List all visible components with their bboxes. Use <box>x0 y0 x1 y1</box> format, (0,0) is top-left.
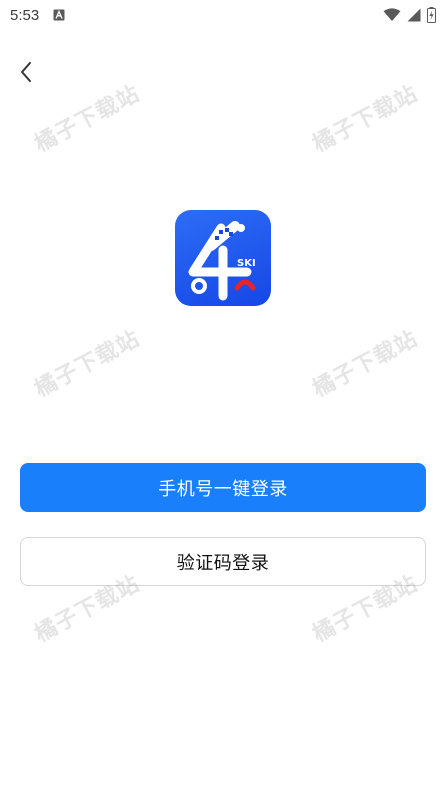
status-right <box>383 7 436 23</box>
back-button[interactable] <box>12 58 40 86</box>
notification-a-icon <box>53 9 65 21</box>
verification-code-login-button[interactable]: 验证码登录 <box>20 537 426 586</box>
app-logo-graphic: SKI <box>188 221 256 301</box>
watermark: 橘子下载站 <box>30 81 145 158</box>
battery-charging-icon <box>427 7 436 23</box>
status-left: 5:53 <box>10 7 65 24</box>
wifi-icon <box>383 8 401 22</box>
logo-text: SKI <box>237 258 256 269</box>
verification-code-login-label: 验证码登录 <box>176 552 270 574</box>
watermark: 橘子下载站 <box>308 81 423 158</box>
watermark: 橘子下载站 <box>30 326 145 403</box>
signal-icon <box>407 8 421 22</box>
status-bar: 5:53 <box>0 0 446 30</box>
status-time: 5:53 <box>10 6 40 24</box>
app-logo: SKI <box>175 210 271 306</box>
watermark: 橘子下载站 <box>308 326 423 403</box>
phone-one-click-login-label: 手机号一键登录 <box>158 478 288 500</box>
chevron-left-icon <box>19 61 33 83</box>
login-screen: 5:53 SKI 手机号一键登录 验证码登录 橘子下载站 橘子下载站 橘子下载站… <box>0 0 446 794</box>
phone-one-click-login-button[interactable]: 手机号一键登录 <box>20 463 426 512</box>
